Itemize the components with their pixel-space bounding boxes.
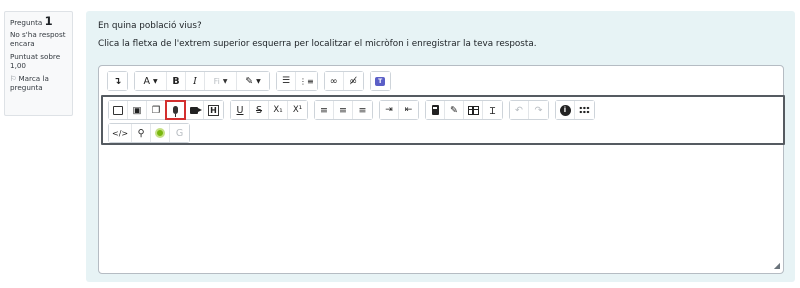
calculator-icon	[431, 105, 439, 115]
html-button[interactable]: </>	[109, 124, 133, 142]
record-video-button[interactable]	[185, 101, 204, 119]
chevron-down-icon: ▼	[256, 77, 261, 85]
question-prompt: En quina població vius?	[98, 21, 202, 31]
code-icon: </>	[112, 128, 129, 138]
green-dot-icon	[155, 128, 166, 138]
green-dot-button[interactable]	[151, 124, 171, 142]
video-camera-icon	[190, 106, 202, 114]
search-icon: ⚲	[137, 127, 145, 139]
font-color-icon: A	[143, 75, 150, 87]
question-text: En quina població vius? Clica la fletxa …	[98, 20, 537, 56]
align-center-button[interactable]: ≡	[334, 101, 353, 119]
h5p-button[interactable]: H	[204, 101, 223, 119]
unordered-list-icon: ☰	[281, 76, 291, 86]
clear-formatting-button[interactable]: Ɪ	[483, 101, 502, 119]
unlink-icon: ∞̸	[349, 75, 358, 87]
g-icon: G	[175, 127, 184, 139]
chevron-down-icon: ▼	[222, 77, 228, 85]
editor-content-area[interactable]	[99, 148, 783, 274]
link-icon: ∞	[329, 75, 338, 87]
g-button[interactable]: G	[170, 124, 190, 142]
brush-icon: ✎	[245, 75, 254, 87]
strikethrough-button[interactable]: S	[250, 101, 269, 119]
table-icon	[467, 105, 479, 115]
undo-button[interactable]: ↶	[510, 101, 529, 119]
redo-icon: ↷	[534, 104, 543, 116]
rich-text-editor: ↴ A ▼ B I Fi ▼ ✎ ▼ ☰ ⋮≡ ∞ ∞̸ T ▣ ❐ H U S…	[98, 65, 785, 274]
table-button[interactable]	[464, 101, 483, 119]
subscript-button[interactable]: X₁	[269, 101, 288, 119]
accessibility-checker-button[interactable]: i	[556, 101, 575, 119]
more-options-button[interactable]	[575, 101, 594, 119]
resize-handle-icon[interactable]: ◢	[774, 261, 780, 270]
indent-icon: ⇥	[385, 105, 393, 115]
outdent-icon: ⇤	[404, 105, 413, 115]
question-number: Pregunta 1	[10, 14, 53, 28]
align-left-button[interactable]: ≡	[315, 101, 334, 119]
file-icon: ▣	[132, 104, 142, 116]
strikethrough-icon: S	[255, 104, 263, 116]
toolbar-toggle-button[interactable]: ↴	[108, 72, 127, 90]
question-status: No s'ha respost encara	[10, 30, 66, 48]
search-button[interactable]: ⚲	[132, 124, 152, 142]
align-right-button[interactable]: ≡	[353, 101, 372, 119]
indent-button[interactable]: ⇥	[380, 101, 399, 119]
equation-button[interactable]	[426, 101, 445, 119]
flag-question-link[interactable]: ⚐ Marca la pregunta	[10, 74, 68, 92]
teams-button[interactable]: T	[370, 72, 390, 90]
copy-icon: ❐	[151, 104, 161, 116]
underline-icon: U	[236, 104, 244, 116]
outdent-button[interactable]: ⇤	[399, 101, 418, 119]
flag-icon: ⚐	[10, 74, 17, 83]
redo-button[interactable]: ↷	[529, 101, 548, 119]
accessibility-icon: i	[559, 104, 571, 116]
italic-icon: I	[193, 75, 197, 87]
superscript-button[interactable]: X¹	[288, 101, 307, 119]
image-icon	[113, 105, 123, 115]
underline-button[interactable]: U	[231, 101, 250, 119]
align-right-icon: ≡	[358, 104, 367, 116]
font-size-icon: Fi	[213, 76, 220, 86]
ordered-list-button[interactable]: ⋮≡	[296, 72, 317, 90]
highlight-button[interactable]: ✎ ▼	[237, 72, 269, 90]
question-instruction: Clica la fletxa de l'extrem superior esq…	[98, 39, 537, 49]
bold-icon: B	[172, 75, 180, 87]
file-button[interactable]: ▣	[128, 101, 147, 119]
copy-button[interactable]: ❐	[147, 101, 166, 119]
edit-icon: ✎	[450, 104, 458, 116]
unordered-list-button[interactable]: ☰	[277, 72, 296, 90]
superscript-icon: X¹	[292, 105, 303, 115]
clear-formatting-icon: Ɪ	[489, 105, 496, 117]
align-center-icon: ≡	[339, 104, 347, 116]
edit-button[interactable]: ✎	[445, 101, 464, 119]
image-button[interactable]	[109, 101, 128, 119]
italic-button[interactable]: I	[186, 72, 205, 90]
h5p-icon: H	[208, 104, 219, 116]
editor-toolbar-expanded: ▣ ❐ H U S X₁ X¹ ≡ ≡ ≡ ⇥ ⇤ ✎ Ɪ ↶ ↷ i </> …	[101, 95, 785, 145]
align-left-icon: ≡	[320, 104, 328, 116]
font-color-button[interactable]: A ▼	[135, 72, 167, 90]
subscript-icon: X₁	[273, 105, 283, 115]
question-marks: Puntuat sobre 1,00	[10, 52, 61, 70]
record-audio-button[interactable]	[165, 100, 186, 120]
undo-icon: ↶	[515, 104, 523, 116]
chevron-down-icon: ▼	[152, 77, 158, 85]
bold-button[interactable]: B	[167, 72, 186, 90]
grid-icon	[579, 106, 590, 114]
ordered-list-icon: ⋮≡	[299, 76, 314, 86]
unlink-button[interactable]: ∞̸	[343, 72, 363, 90]
font-size-button[interactable]: Fi ▼	[205, 72, 237, 90]
arrow-down-right-icon: ↴	[113, 75, 122, 87]
question-formulation: En quina població vius? Clica la fletxa …	[86, 11, 795, 282]
link-button[interactable]: ∞	[324, 72, 344, 90]
teams-icon: T	[375, 76, 386, 86]
question-info: Pregunta 1 No s'ha respost encara Puntua…	[4, 11, 73, 116]
microphone-icon	[172, 106, 178, 117]
editor-toolbar-primary: ↴ A ▼ B I Fi ▼ ✎ ▼ ☰ ⋮≡ ∞ ∞̸ T	[99, 66, 783, 96]
